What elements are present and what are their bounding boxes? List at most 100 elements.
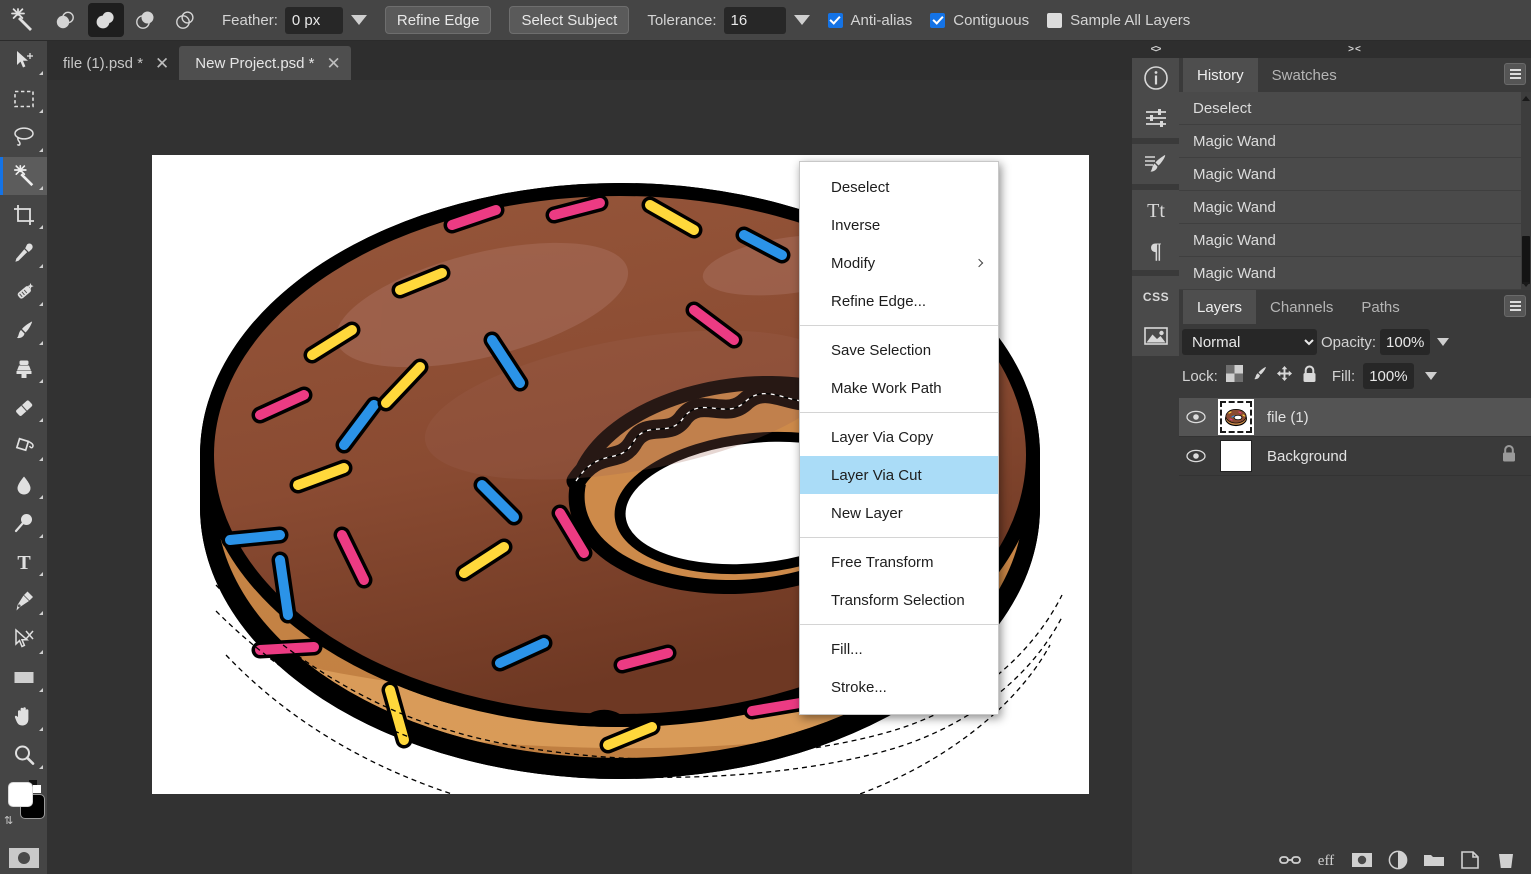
menu-item-free-transform[interactable]: Free Transform	[800, 543, 998, 581]
history-item[interactable]: Magic Wand	[1179, 224, 1531, 257]
document-tab-new-project[interactable]: New Project.psd * ✕	[179, 46, 351, 80]
lock-all-icon[interactable]	[1301, 365, 1318, 388]
move-tool[interactable]	[0, 41, 47, 80]
menu-item-new-layer[interactable]: New Layer	[800, 494, 998, 532]
history-scrollbar-thumb[interactable]	[1522, 236, 1530, 284]
menu-item-transform-selection[interactable]: Transform Selection	[800, 581, 998, 619]
history-item[interactable]: Magic Wand	[1179, 191, 1531, 224]
eyedropper-tool[interactable]	[0, 234, 47, 273]
add-layer-mask-icon[interactable]	[1351, 850, 1373, 870]
history-item[interactable]: Deselect	[1179, 92, 1531, 125]
contiguous-checkbox[interactable]: Contiguous	[930, 12, 1029, 29]
panels-collapse-button[interactable]: ><	[1179, 41, 1531, 58]
tab-paths[interactable]: Paths	[1347, 290, 1413, 324]
feather-input[interactable]: 0 px	[284, 6, 343, 34]
brush-tool[interactable]	[0, 311, 47, 350]
selection-mode-add[interactable]	[88, 3, 124, 37]
menu-item-deselect[interactable]: Deselect	[800, 168, 998, 206]
lock-transparent-pixels-icon[interactable]	[1225, 365, 1243, 387]
history-item[interactable]: Magic Wand	[1179, 125, 1531, 158]
opacity-slider-caret[interactable]	[1437, 338, 1450, 346]
history-item[interactable]: Magic Wand	[1179, 257, 1531, 290]
zoom-tool[interactable]	[0, 736, 47, 775]
type-tool[interactable]: T	[0, 543, 47, 582]
document-tab-file1[interactable]: file (1).psd * ✕	[47, 46, 179, 80]
rail-collapse-button[interactable]: <>	[1132, 41, 1179, 58]
opacity-value[interactable]: 100%	[1380, 329, 1431, 355]
adjustments-panel-icon[interactable]	[1132, 98, 1179, 138]
feather-dropdown-caret[interactable]	[350, 15, 367, 25]
lock-position-icon[interactable]	[1276, 365, 1293, 387]
blend-mode-select[interactable]: Normal	[1182, 329, 1317, 355]
layer-visibility-icon[interactable]	[1179, 410, 1213, 424]
layer-list[interactable]: file (1) Background	[1179, 398, 1531, 838]
close-icon[interactable]: ✕	[327, 55, 341, 72]
menu-item-layer-via-copy[interactable]: Layer Via Copy	[800, 418, 998, 456]
fill-value[interactable]: 100%	[1363, 363, 1414, 389]
menu-item-modify[interactable]: Modify	[800, 244, 998, 282]
history-panel-menu-icon[interactable]	[1504, 63, 1526, 85]
layer-effects-icon[interactable]: eff	[1315, 850, 1337, 870]
menu-item-save-selection[interactable]: Save Selection	[800, 331, 998, 369]
menu-item-layer-via-cut[interactable]: Layer Via Cut	[800, 456, 998, 494]
scroll-up-arrow-icon[interactable]	[1522, 94, 1530, 102]
select-subject-button[interactable]: Select Subject	[509, 6, 630, 34]
marquee-tool[interactable]	[0, 80, 47, 119]
tab-channels[interactable]: Channels	[1256, 290, 1347, 324]
crop-tool[interactable]	[0, 195, 47, 234]
selection-mode-subtract[interactable]	[128, 3, 164, 37]
path-selection-tool[interactable]	[0, 620, 47, 659]
history-scrollbar[interactable]	[1521, 92, 1531, 290]
image-panel-icon[interactable]	[1132, 316, 1179, 356]
foreground-color-swatch[interactable]	[8, 782, 33, 808]
fill-slider-caret[interactable]	[1424, 372, 1437, 380]
shape-tool[interactable]	[0, 659, 47, 698]
brush-settings-panel-icon[interactable]	[1132, 144, 1179, 184]
new-layer-icon[interactable]	[1459, 850, 1481, 870]
menu-item-make-work-path[interactable]: Make Work Path	[800, 369, 998, 407]
anti-alias-checkbox[interactable]: Anti-alias	[827, 12, 912, 29]
adjustment-layer-icon[interactable]	[1387, 850, 1409, 870]
clone-stamp-tool[interactable]	[0, 350, 47, 389]
info-panel-icon[interactable]	[1132, 58, 1179, 98]
menu-item-inverse[interactable]: Inverse	[800, 206, 998, 244]
magic-wand-tool[interactable]	[0, 156, 47, 196]
history-list[interactable]: Deselect Magic Wand Magic Wand Magic Wan…	[1179, 92, 1531, 290]
color-swatches[interactable]: ⇅	[0, 778, 47, 838]
tab-history[interactable]: History	[1183, 58, 1258, 92]
dodge-tool[interactable]	[0, 504, 47, 543]
new-group-icon[interactable]	[1423, 850, 1445, 870]
paragraph-panel-icon[interactable]: ¶	[1132, 230, 1179, 270]
default-colors-white-icon[interactable]	[33, 785, 41, 794]
eraser-tool[interactable]	[0, 388, 47, 427]
menu-item-stroke[interactable]: Stroke...	[800, 668, 998, 706]
layer-visibility-icon[interactable]	[1179, 449, 1213, 463]
close-icon[interactable]: ✕	[155, 55, 169, 72]
layer-row[interactable]: Background	[1179, 437, 1531, 476]
character-panel-icon[interactable]: Tt	[1132, 190, 1179, 230]
selection-context-menu[interactable]: Deselect Inverse Modify Refine Edge... S…	[799, 161, 999, 715]
tolerance-dropdown-caret[interactable]	[793, 15, 810, 25]
tab-swatches[interactable]: Swatches	[1258, 58, 1351, 92]
swap-colors-icon[interactable]: ⇅	[4, 814, 13, 827]
lock-image-pixels-icon[interactable]	[1251, 365, 1268, 387]
pen-tool[interactable]	[0, 581, 47, 620]
selection-mode-intersect[interactable]	[168, 3, 204, 37]
lasso-tool[interactable]	[0, 118, 47, 157]
css-panel-icon[interactable]: CSS	[1132, 276, 1179, 316]
hand-tool[interactable]	[0, 697, 47, 736]
delete-layer-icon[interactable]	[1495, 850, 1517, 870]
tab-layers[interactable]: Layers	[1183, 290, 1257, 324]
layer-row[interactable]: file (1)	[1179, 398, 1531, 437]
quick-mask-toggle[interactable]	[0, 838, 47, 874]
menu-item-refine-edge[interactable]: Refine Edge...	[800, 282, 998, 320]
paint-bucket-tool[interactable]	[0, 427, 47, 466]
history-item[interactable]: Magic Wand	[1179, 158, 1531, 191]
blur-tool[interactable]	[0, 466, 47, 505]
sample-all-layers-checkbox[interactable]: Sample All Layers	[1047, 12, 1190, 29]
tolerance-input[interactable]: 16	[723, 6, 786, 34]
menu-item-fill[interactable]: Fill...	[800, 630, 998, 668]
scroll-down-arrow-icon[interactable]	[1522, 280, 1530, 288]
refine-edge-button[interactable]: Refine Edge	[384, 6, 492, 34]
selection-mode-new[interactable]	[48, 3, 84, 37]
